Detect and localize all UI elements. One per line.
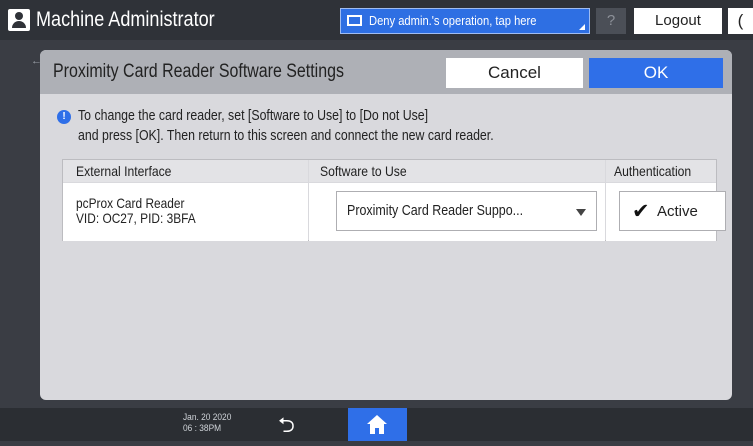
corner-icon xyxy=(579,24,585,30)
user-title: Machine Administrator xyxy=(36,8,215,31)
info-text-line-2: and press [OK]. Then return to this scre… xyxy=(78,128,494,144)
cancel-button[interactable]: Cancel xyxy=(446,58,583,88)
software-selected-value: Proximity Card Reader Suppo... xyxy=(347,203,524,219)
deny-admin-operation-button[interactable]: Deny admin.'s operation, tap here xyxy=(340,8,590,34)
logout-button[interactable]: Logout xyxy=(634,8,722,34)
interface-name: pcProx Card Reader xyxy=(76,195,185,211)
energy-saver-button[interactable]: ( xyxy=(728,8,753,34)
column-header-authentication: Authentication xyxy=(606,160,716,182)
date-text: Jan. 20 2020 xyxy=(183,412,232,423)
info-icon: ! xyxy=(57,110,71,124)
info-text-line-1: To change the card reader, set [Software… xyxy=(78,108,429,124)
person-icon xyxy=(8,9,30,31)
checkmark-icon: ✔ xyxy=(632,200,650,223)
column-header-software-to-use: Software to Use xyxy=(309,160,605,182)
help-button[interactable]: ? xyxy=(596,8,626,34)
home-icon xyxy=(367,415,387,434)
card-reader-settings-dialog: Proximity Card Reader Software Settings … xyxy=(40,50,732,400)
authentication-active-checkbox[interactable]: ✔ Active xyxy=(619,191,726,231)
software-to-use-select[interactable]: Proximity Card Reader Suppo... xyxy=(336,191,597,231)
time-text: 06 : 38PM xyxy=(183,423,222,434)
authentication-label: Active xyxy=(657,203,698,220)
bottom-bar: Jan. 20 2020 06 : 38PM ⮌ xyxy=(0,408,753,441)
dropdown-arrow-icon xyxy=(576,209,586,216)
dialog-header: Proximity Card Reader Software Settings … xyxy=(40,50,732,94)
table-row: pcProx Card Reader VID: OC27, PID: 3BFA xyxy=(63,183,308,241)
dialog-title: Proximity Card Reader Software Settings xyxy=(53,61,344,82)
column-header-external-interface: External Interface xyxy=(63,160,308,182)
top-bar: Machine Administrator Deny admin.'s oper… xyxy=(0,0,753,40)
card-reader-table: External Interface Software to Use Authe… xyxy=(62,159,726,241)
date-time: Jan. 20 2020 06 : 38PM xyxy=(183,412,231,434)
monitor-icon xyxy=(347,15,362,26)
ok-button[interactable]: OK xyxy=(589,58,723,88)
interface-id: VID: OC27, PID: 3BFA xyxy=(76,210,196,226)
deny-admin-operation-label: Deny admin.'s operation, tap here xyxy=(369,13,537,28)
home-button[interactable] xyxy=(348,408,407,441)
